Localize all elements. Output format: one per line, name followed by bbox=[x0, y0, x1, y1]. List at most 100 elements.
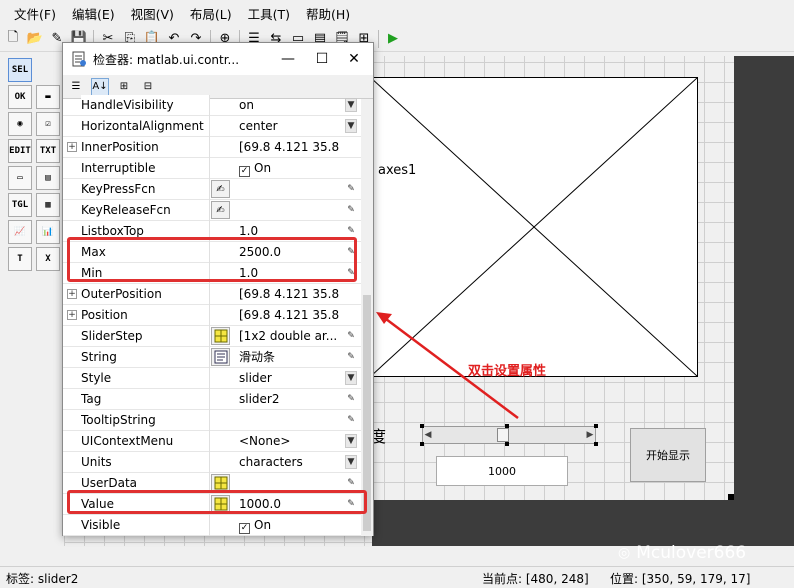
selection-handle[interactable] bbox=[594, 424, 598, 428]
property-value[interactable]: [69.8 4.121 35.8 1.... bbox=[239, 137, 343, 157]
pushbutton-tool-icon[interactable]: OK bbox=[8, 85, 32, 109]
axes-tool-icon[interactable]: 📈 bbox=[8, 220, 32, 244]
text-icon[interactable] bbox=[211, 348, 230, 366]
property-row[interactable]: HorizontalAlignment center ▼ bbox=[63, 116, 361, 137]
property-value[interactable]: <None> bbox=[239, 431, 343, 451]
pencil-icon[interactable]: ✎ bbox=[345, 413, 357, 427]
listbox-tool-icon[interactable]: ▤ bbox=[36, 166, 60, 190]
pencil-icon[interactable]: ✎ bbox=[345, 392, 357, 406]
slider-right-arrow-icon[interactable]: ▶ bbox=[585, 427, 595, 443]
collapse-all-icon[interactable]: ⊟ bbox=[139, 78, 157, 96]
property-row[interactable]: Visible ✓ On bbox=[63, 515, 361, 536]
column-divider[interactable] bbox=[209, 95, 210, 536]
maximize-icon[interactable]: ☐ bbox=[309, 49, 335, 69]
pencil-icon[interactable]: ✎ bbox=[345, 182, 357, 196]
selection-handle[interactable] bbox=[594, 442, 598, 446]
property-row[interactable]: Units characters ▼ bbox=[63, 452, 361, 473]
property-row[interactable]: + OuterPosition [69.8 4.121 35.8 1.... bbox=[63, 284, 361, 305]
minimize-icon[interactable]: — bbox=[275, 49, 301, 69]
property-value[interactable]: [1x2 double ar... bbox=[239, 326, 343, 346]
categorized-view-icon[interactable]: ☰ bbox=[67, 78, 85, 96]
property-value[interactable]: characters bbox=[239, 452, 343, 472]
activex-tool-icon[interactable]: X bbox=[36, 247, 60, 271]
expand-icon[interactable]: + bbox=[67, 289, 77, 299]
function-icon[interactable]: ✍ bbox=[211, 180, 230, 198]
property-value[interactable]: on bbox=[239, 95, 343, 115]
close-icon[interactable]: ✕ bbox=[341, 49, 367, 69]
open-icon[interactable]: 📂 bbox=[25, 29, 45, 49]
highlight-max-min bbox=[67, 237, 357, 282]
property-row[interactable]: Tag slider2 ✎ bbox=[63, 389, 361, 410]
menu-item[interactable]: 帮助(H) bbox=[298, 4, 358, 23]
menu-item[interactable]: 布局(L) bbox=[182, 4, 240, 23]
start-display-button[interactable]: 开始显示 bbox=[630, 428, 706, 482]
property-value[interactable]: [69.8 4.121 35.8 1.... bbox=[239, 305, 343, 325]
checkbox-icon[interactable]: ✓ bbox=[239, 166, 250, 177]
expand-icon[interactable]: + bbox=[67, 142, 77, 152]
inspector-titlebar[interactable]: 检查器: matlab.ui.contr... — ☐ ✕ bbox=[63, 43, 373, 75]
status-current-point: 当前点: [480, 248] bbox=[482, 572, 589, 586]
property-inspector-window[interactable]: 检查器: matlab.ui.contr... — ☐ ✕ ☰ A↓ ⊞ ⊟ H… bbox=[62, 42, 374, 536]
property-row[interactable]: + Position [69.8 4.121 35.8 1.... bbox=[63, 305, 361, 326]
property-value[interactable]: 滑动条 bbox=[239, 347, 343, 367]
property-value[interactable] bbox=[239, 200, 343, 220]
expand-icon[interactable]: + bbox=[67, 310, 77, 320]
dropdown-arrow-icon[interactable]: ▼ bbox=[345, 434, 357, 448]
checkbox-tool-icon[interactable]: ☑ bbox=[36, 112, 60, 136]
pencil-icon[interactable]: ✎ bbox=[345, 224, 357, 238]
pencil-icon[interactable]: ✎ bbox=[345, 203, 357, 217]
function-icon[interactable]: ✍ bbox=[211, 201, 230, 219]
pencil-icon[interactable]: ✎ bbox=[345, 476, 357, 490]
property-row[interactable]: KeyReleaseFcn ✍ ✎ bbox=[63, 200, 361, 221]
checkbox-icon[interactable]: ✓ bbox=[239, 523, 250, 534]
alphabetical-sort-icon[interactable]: A↓ bbox=[91, 77, 109, 96]
expand-all-icon[interactable]: ⊞ bbox=[115, 78, 133, 96]
pencil-icon[interactable]: ✎ bbox=[345, 329, 357, 343]
property-value[interactable]: [69.8 4.121 35.8 1.... bbox=[239, 284, 343, 304]
dropdown-arrow-icon[interactable]: ▼ bbox=[345, 98, 357, 112]
menu-item[interactable]: 编辑(E) bbox=[64, 4, 123, 23]
selection-handle[interactable] bbox=[420, 442, 424, 446]
text-tool-icon[interactable]: TXT bbox=[36, 139, 60, 163]
property-row[interactable]: String 滑动条 ✎ bbox=[63, 347, 361, 368]
property-value[interactable]: center bbox=[239, 116, 343, 136]
figure-resize-handle[interactable] bbox=[728, 494, 734, 500]
property-value[interactable]: slider bbox=[239, 368, 343, 388]
selection-handle[interactable] bbox=[505, 442, 509, 446]
menu-item[interactable]: 文件(F) bbox=[6, 4, 64, 23]
property-row[interactable]: HandleVisibility on ▼ bbox=[63, 95, 361, 116]
radiobutton-tool-icon[interactable]: ◉ bbox=[8, 112, 32, 136]
run-icon[interactable]: ▶ bbox=[383, 29, 403, 49]
property-row[interactable]: Interruptible ✓ On bbox=[63, 158, 361, 179]
pencil-icon[interactable]: ✎ bbox=[345, 350, 357, 364]
panel-tool-icon[interactable]: 📊 bbox=[36, 220, 60, 244]
slider-tool-icon[interactable]: ▬ bbox=[36, 85, 60, 109]
table-tool-icon[interactable]: ▦ bbox=[36, 193, 60, 217]
property-row[interactable]: KeyPressFcn ✍ ✎ bbox=[63, 179, 361, 200]
property-value[interactable]: slider2 bbox=[239, 389, 343, 409]
popup-tool-icon[interactable]: ▭ bbox=[8, 166, 32, 190]
property-row[interactable]: UIContextMenu <None> ▼ bbox=[63, 431, 361, 452]
property-row[interactable]: + InnerPosition [69.8 4.121 35.8 1.... bbox=[63, 137, 361, 158]
buttongroup-tool-icon[interactable]: T bbox=[8, 247, 32, 271]
value-edit-box[interactable]: 1000 bbox=[436, 456, 568, 486]
inspector-scrollbar[interactable] bbox=[361, 99, 373, 536]
property-value[interactable] bbox=[239, 410, 343, 430]
property-row[interactable]: SliderStep [1x2 double ar... ✎ bbox=[63, 326, 361, 347]
property-value[interactable] bbox=[239, 179, 343, 199]
property-value[interactable]: ✓ On bbox=[239, 515, 343, 535]
matrix-icon[interactable] bbox=[211, 327, 230, 345]
edit-tool-icon[interactable]: EDIT bbox=[8, 139, 32, 163]
menu-item[interactable]: 视图(V) bbox=[123, 4, 182, 23]
property-row[interactable]: TooltipString ✎ bbox=[63, 410, 361, 431]
select-tool-icon[interactable]: SEL bbox=[8, 58, 32, 82]
new-icon[interactable]: 🗋 bbox=[3, 29, 23, 49]
dropdown-arrow-icon[interactable]: ▼ bbox=[345, 455, 357, 469]
slider-thumb[interactable] bbox=[497, 428, 509, 442]
menu-item[interactable]: 工具(T) bbox=[240, 4, 298, 23]
dropdown-arrow-icon[interactable]: ▼ bbox=[345, 371, 357, 385]
toggle-tool-icon[interactable]: TGL bbox=[8, 193, 32, 217]
dropdown-arrow-icon[interactable]: ▼ bbox=[345, 119, 357, 133]
property-value[interactable]: ✓ On bbox=[239, 158, 343, 178]
property-row[interactable]: Style slider ▼ bbox=[63, 368, 361, 389]
